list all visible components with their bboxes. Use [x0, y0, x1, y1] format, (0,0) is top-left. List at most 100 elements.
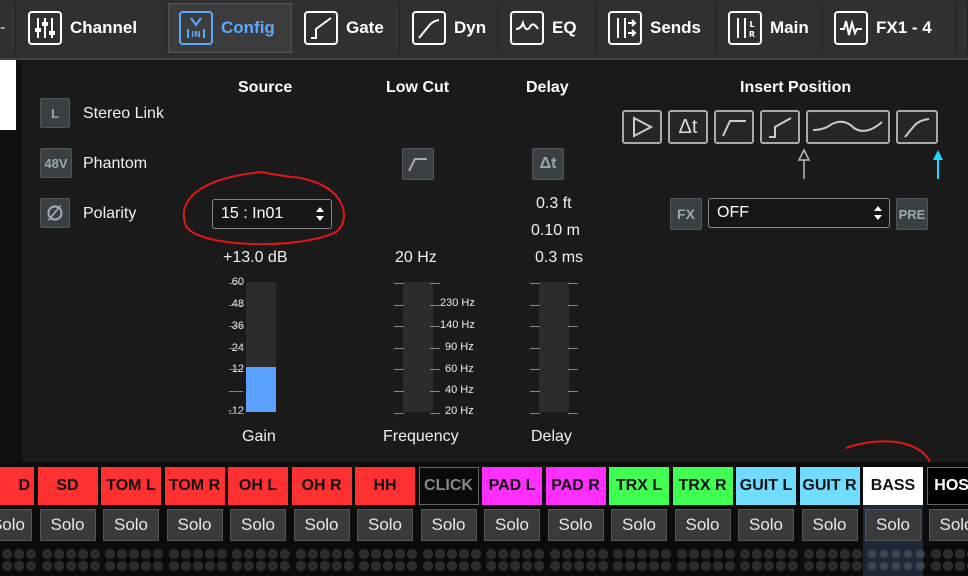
channel-name-button[interactable]: PAD L	[482, 467, 542, 505]
pre-button[interactable]: PRE	[896, 198, 928, 230]
indicator-dot	[827, 549, 838, 559]
solo-button[interactable]: Solo	[484, 509, 540, 541]
updown-arrows-icon	[874, 206, 882, 220]
scale-tick	[530, 412, 540, 414]
channel-indicator-dots	[930, 549, 968, 575]
indicator-dot	[434, 561, 445, 571]
low-cut-curve-icon	[722, 120, 746, 137]
scale-tick	[568, 304, 578, 306]
solo-button[interactable]: Solo	[39, 509, 96, 541]
indicator-dot	[141, 549, 151, 559]
tab-partial[interactable]: -	[0, 3, 16, 53]
insert-pos-lowcut[interactable]	[714, 110, 754, 144]
channel-name-button[interactable]: PAD R	[545, 467, 606, 505]
channel-name-button[interactable]: TRX L	[609, 467, 669, 505]
solo-button[interactable]: Solo	[357, 509, 413, 541]
channel-name-button[interactable]: SD	[37, 467, 98, 505]
source-select-value: 15 : In01	[221, 205, 284, 222]
phantom-button[interactable]: 48V	[40, 148, 72, 178]
indicator-dot	[613, 549, 623, 559]
scale-tick	[394, 391, 404, 392]
solo-button[interactable]: Solo	[166, 509, 223, 541]
channel-strip: PAD L Solo	[482, 467, 544, 576]
channel-indicator-dots	[740, 549, 798, 575]
source-select[interactable]: 15 : In01	[212, 199, 332, 229]
channel-name-button[interactable]: CLICK	[418, 467, 479, 505]
tab-sends[interactable]: Sends	[598, 3, 716, 53]
channel-name-button[interactable]: TRX R	[672, 467, 733, 505]
solo-button[interactable]: Solo	[293, 509, 350, 541]
channel-name-button[interactable]: OH R	[291, 467, 352, 505]
indicator-dot	[851, 549, 862, 559]
scale-tick	[568, 283, 578, 284]
solo-button[interactable]: Solo	[103, 509, 159, 541]
indicator-dot	[867, 561, 877, 571]
gain-fader[interactable]	[246, 282, 276, 412]
solo-button[interactable]: Solo	[801, 509, 858, 541]
channel-name-button[interactable]: GUIT R	[799, 467, 860, 505]
tab-eq[interactable]: EQ	[500, 3, 596, 53]
insert-pos-delay[interactable]: Δt	[668, 110, 708, 144]
insert-pos-input[interactable]	[622, 110, 662, 144]
channel-name-button[interactable]: TOM R	[164, 467, 225, 505]
scale-tick	[530, 304, 540, 306]
indicator-dot	[561, 561, 572, 571]
solo-button[interactable]: Solo	[865, 509, 921, 541]
tab-channel[interactable]: Channel	[18, 3, 166, 53]
polarity-button[interactable]: ∅	[40, 198, 70, 228]
insert-pos-gate[interactable]	[760, 110, 800, 144]
indicator-dot	[879, 561, 889, 571]
tab-main[interactable]: LR Main	[718, 3, 822, 53]
delay-toggle[interactable]: Δt	[532, 148, 564, 180]
channel-name-button[interactable]: HH	[355, 467, 415, 505]
tab-next-partial[interactable]	[958, 3, 968, 53]
indicator-dot	[573, 561, 584, 571]
indicator-dot	[788, 549, 798, 559]
indicator-dot	[740, 549, 750, 559]
solo-button[interactable]: Solo	[674, 509, 731, 541]
indicator-dot	[764, 561, 774, 571]
scale-tick	[229, 347, 243, 349]
stereo-link-button[interactable]: L	[40, 98, 70, 128]
channel-name-button[interactable]: D	[0, 467, 34, 505]
solo-button[interactable]: Solo	[420, 509, 477, 541]
insert-select[interactable]: OFF	[708, 198, 890, 228]
insert-pos-dyn[interactable]	[896, 110, 938, 144]
indicator-dot	[41, 561, 52, 571]
tab-label: Config	[221, 18, 275, 37]
channel-strip: TOM R Solo	[164, 467, 227, 576]
indicator-dot	[129, 549, 139, 559]
solo-button[interactable]: Solo	[547, 509, 604, 541]
indicator-dot	[307, 561, 318, 571]
solo-button[interactable]: Solo	[0, 509, 32, 541]
tab-fx[interactable]: FX1 - 4	[824, 3, 956, 53]
svg-text:IN: IN	[191, 30, 201, 39]
solo-button[interactable]: Solo	[738, 509, 794, 541]
low-cut-fader[interactable]	[403, 282, 433, 412]
fx-button[interactable]: FX	[670, 198, 702, 230]
solo-button[interactable]: Solo	[928, 509, 968, 541]
indicator-dot	[204, 549, 215, 559]
low-cut-toggle[interactable]	[402, 148, 434, 180]
channel-name-button[interactable]: HOST	[926, 467, 968, 505]
channel-name-button[interactable]: BASS	[863, 467, 923, 505]
tab-dyn[interactable]: Dyn	[402, 3, 498, 53]
delay-feet: 0.3 ft	[536, 195, 572, 212]
indicator-dot	[383, 549, 393, 559]
insert-pos-eq[interactable]	[806, 110, 890, 144]
indicator-dot	[383, 561, 393, 571]
indicator-dot	[676, 561, 687, 571]
channel-indicator-dots	[105, 549, 163, 575]
channel-name-button[interactable]: TOM L	[101, 467, 161, 505]
solo-button[interactable]: Solo	[611, 509, 667, 541]
tab-gate[interactable]: Gate	[294, 3, 400, 53]
solo-button[interactable]: Solo	[230, 509, 286, 541]
channel-name-button[interactable]: GUIT L	[736, 467, 796, 505]
polarity-label: Polarity	[83, 205, 137, 222]
channel-name-button[interactable]: OH L	[228, 467, 288, 505]
delay-fader[interactable]	[539, 282, 569, 412]
gate-curve-icon	[769, 117, 792, 138]
tab-config[interactable]: IN Config	[168, 3, 292, 53]
tab-label: Dyn	[454, 18, 487, 37]
scale-tick	[568, 412, 578, 414]
